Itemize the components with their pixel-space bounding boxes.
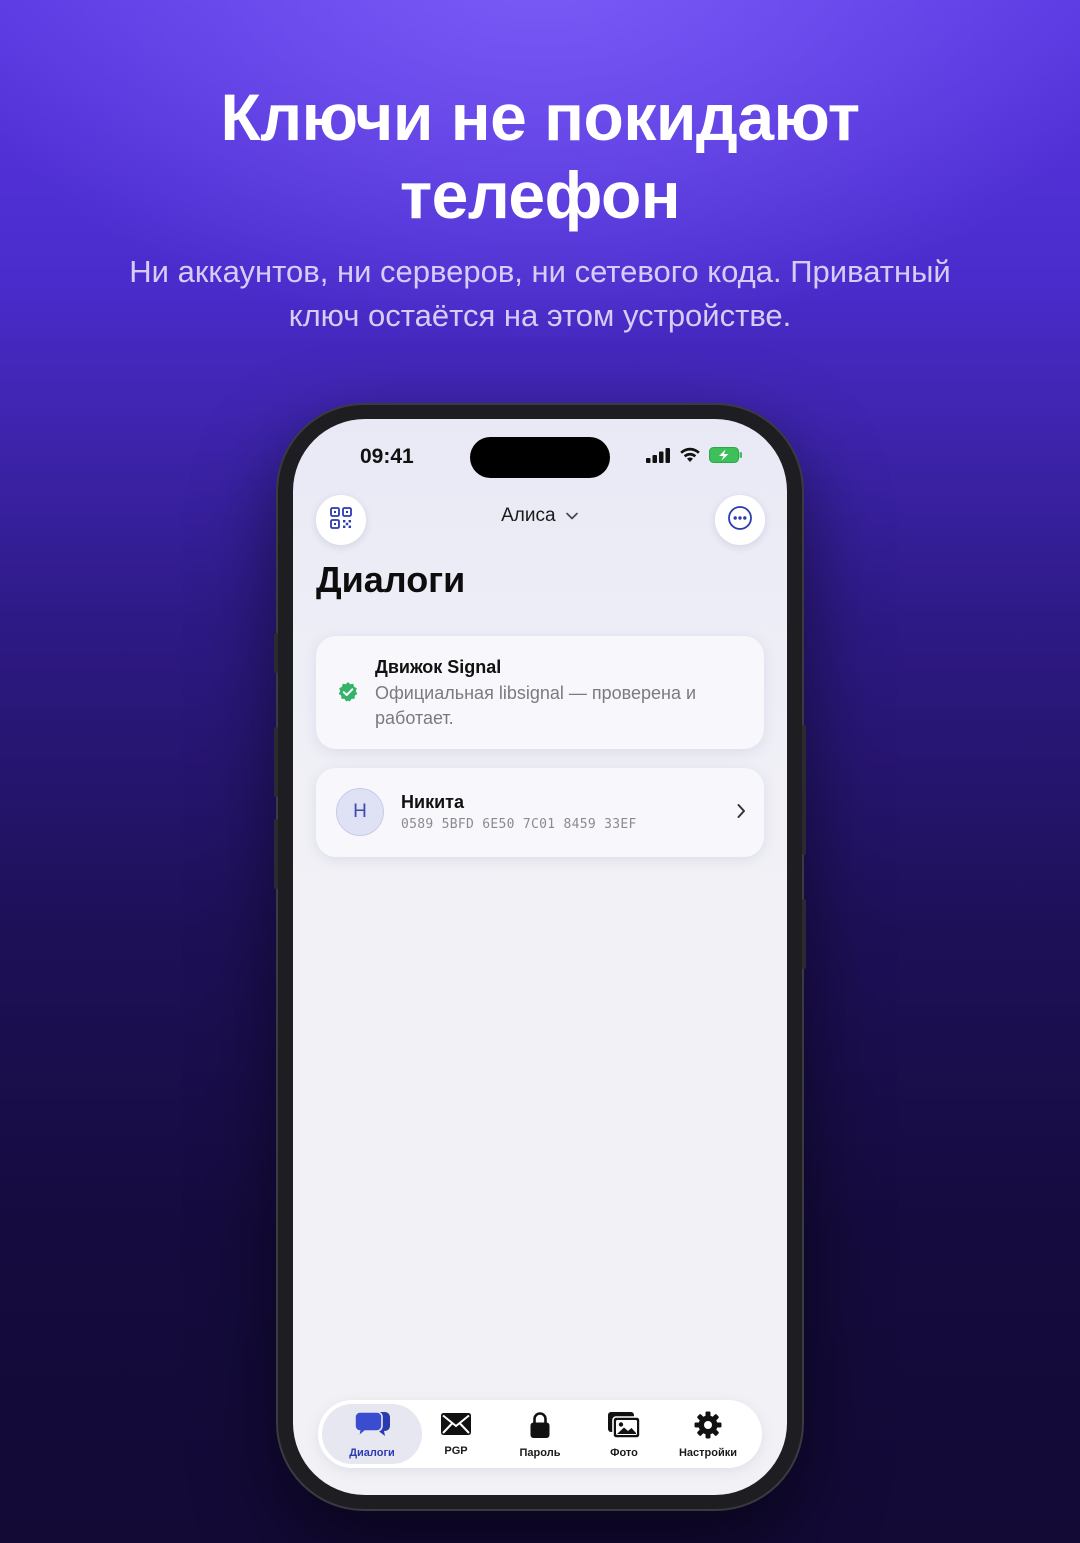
status-icons <box>646 447 743 468</box>
tab-dialogs-label: Диалоги <box>349 1447 395 1459</box>
contact-row[interactable]: Н Никита 0589 5BFD 6E50 7C01 8459 33EF <box>316 768 764 857</box>
avatar: Н <box>336 788 384 836</box>
envelope-icon <box>440 1411 472 1442</box>
tab-pgp-label: PGP <box>444 1445 468 1457</box>
tab-settings-label: Настройки <box>678 1447 738 1459</box>
tab-password-label: Пароль <box>519 1447 561 1459</box>
battery-charging-icon <box>709 447 743 468</box>
phone-frame: 09:41 Алиса Диалоги Движок Signal Официа… <box>274 405 806 1509</box>
volume-up-button <box>274 727 278 797</box>
phone-screen: 09:41 Алиса Диалоги Движок Signal Официа… <box>293 419 787 1495</box>
gear-icon <box>694 1411 722 1444</box>
promo-subline-line1: Ни аккаунтов, ни серверов, ни сетевого к… <box>129 254 951 289</box>
tab-password[interactable]: Пароль <box>498 1404 582 1464</box>
camera-control-button <box>802 899 806 969</box>
wifi-icon <box>679 447 701 468</box>
tab-photos[interactable]: Фото <box>582 1404 666 1464</box>
tab-photos-label: Фото <box>610 1447 638 1459</box>
engine-description: Официальная libsignal — проверена и рабо… <box>375 683 697 728</box>
verified-check-icon <box>337 681 359 708</box>
more-ellipsis-icon <box>727 505 753 536</box>
promo-subline: Ни аккаунтов, ни серверов, ни сетевого к… <box>100 250 980 338</box>
cellular-signal-icon <box>646 447 671 468</box>
chevron-down-icon <box>565 505 579 527</box>
engine-title: Движок Signal <box>375 657 502 677</box>
promo-headline-line1: Ключи не покидают <box>220 80 860 154</box>
promo-headline-line2: телефон <box>399 158 681 232</box>
lock-icon <box>529 1411 551 1444</box>
photos-icon <box>607 1411 641 1444</box>
action-button <box>274 633 278 673</box>
volume-down-button <box>274 819 278 889</box>
page-title: Диалоги <box>316 559 466 600</box>
contact-fingerprint: 0589 5BFD 6E50 7C01 8459 33EF <box>401 817 637 832</box>
chevron-right-icon <box>736 803 746 824</box>
signal-engine-card: Движок Signal Официальная libsignal — пр… <box>316 636 764 749</box>
account-switcher[interactable]: Алиса <box>293 505 787 527</box>
tab-settings[interactable]: Настройки <box>666 1404 750 1464</box>
more-button[interactable] <box>715 495 765 545</box>
tab-pgp[interactable]: PGP <box>414 1404 498 1464</box>
promo-headline: Ключи не покидают телефон <box>0 78 1080 234</box>
contact-name: Никита <box>401 792 464 812</box>
tab-bar: Диалоги PGP Пароль Фото Настройки <box>318 1400 762 1468</box>
power-button <box>802 725 806 855</box>
account-name: Алиса <box>501 505 556 527</box>
chat-bubbles-icon <box>353 1411 391 1444</box>
promo-subline-line2: ключ остаётся на этом устройстве. <box>288 298 792 333</box>
status-time: 09:41 <box>360 445 414 468</box>
tab-dialogs[interactable]: Диалоги <box>322 1404 422 1464</box>
dynamic-island <box>470 437 610 478</box>
